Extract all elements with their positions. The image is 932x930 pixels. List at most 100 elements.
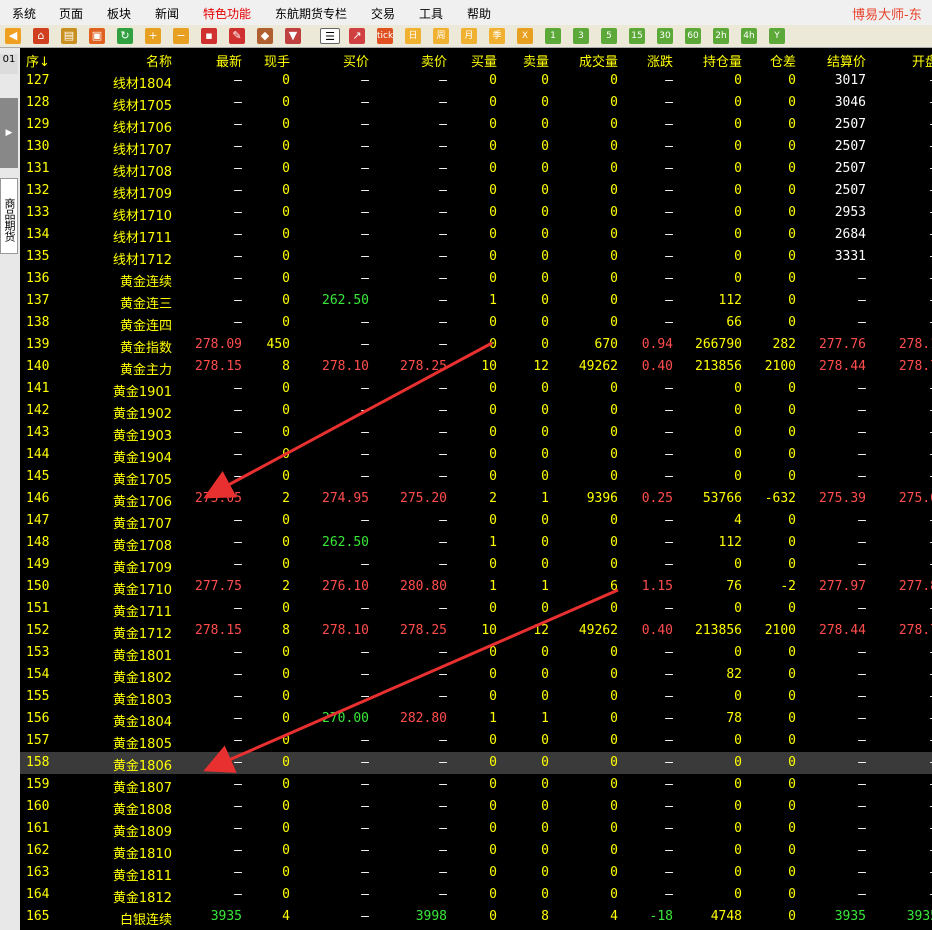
period-button[interactable]: 5 [601, 28, 617, 44]
table-cell: — [665, 469, 673, 484]
sidebar-tab-01[interactable]: 01 [0, 54, 18, 74]
column-header[interactable]: 开盘 [912, 51, 932, 70]
table-row[interactable]: 130线材1707—0——000—002507— [20, 136, 932, 158]
period-button[interactable]: 3 [573, 28, 589, 44]
back-arrow-icon[interactable]: ◀ [5, 28, 21, 44]
filter-icon[interactable]: ▼ [285, 28, 301, 44]
table-row[interactable]: 128线材1705—0——000—003046— [20, 92, 932, 114]
column-header[interactable]: 最新 [216, 51, 242, 70]
table-row[interactable]: 143黄金1903—0——000—00—— [20, 422, 932, 444]
menu-item[interactable]: 特色功能 [203, 5, 251, 22]
period-button[interactable]: 1 [545, 28, 561, 44]
table-row[interactable]: 131线材1708—0——000—002507— [20, 158, 932, 180]
table-row[interactable]: 142黄金1902—0——000—00—— [20, 400, 932, 422]
window-icon[interactable]: ▪ [201, 28, 217, 44]
table-row[interactable]: 155黄金1803—0——000—00—— [20, 686, 932, 708]
quote-list-icon[interactable]: ☰ [320, 28, 340, 44]
column-header[interactable]: 现手 [264, 51, 290, 70]
table-row[interactable]: 133线材1710—0——000—002953— [20, 202, 932, 224]
table-row[interactable]: 160黄金1808—0——000—00—— [20, 796, 932, 818]
table-row[interactable]: 150 黄金1710 277.75 2 276.10 280.80 1 1 6 1.15 76 -2 2… [20, 576, 932, 598]
table-row[interactable]: 141黄金1901—0——000—00—— [20, 378, 932, 400]
chart-icon[interactable]: ↗ [349, 28, 365, 44]
table-row[interactable]: 146 黄金1706 275.05 2 274.95 275.20 2 1 9396 0.25 53… [20, 488, 932, 510]
period-button[interactable]: X [517, 28, 533, 44]
book-icon[interactable]: ▤ [61, 28, 77, 44]
column-header[interactable]: 名称 [146, 51, 172, 70]
table-row[interactable]: 135线材1712—0——000—003331— [20, 246, 932, 268]
table-row[interactable]: 165 白银连续 3935 4 — 3998 0 8 4 -18 4748 0 3935 3935 [20, 906, 932, 928]
menu-item[interactable]: 工具 [419, 5, 443, 22]
menu-item[interactable]: 新闻 [155, 5, 179, 22]
period-button[interactable]: 日 [405, 28, 421, 44]
column-header[interactable]: 仓差 [770, 51, 796, 70]
table-row[interactable]: 147黄金1707—0——000—40—— [20, 510, 932, 532]
column-header[interactable]: 买量 [471, 51, 497, 70]
period-button[interactable]: 30 [657, 28, 673, 44]
table-row[interactable]: 159黄金1807—0——000—00—— [20, 774, 932, 796]
sidebar-tab-commodity-futures[interactable]: 商品期货 [0, 178, 18, 254]
table-row[interactable]: 138黄金连四—0——000—660—— [20, 312, 932, 334]
brush-icon[interactable]: ◆ [257, 28, 273, 44]
table-row[interactable]: 164黄金1812—0——000—00—— [20, 884, 932, 906]
table-row[interactable]: 136黄金连续—0——000—00—— [20, 268, 932, 290]
period-button[interactable]: 4h [741, 28, 757, 44]
menu-item[interactable]: 帮助 [467, 5, 491, 22]
table-row[interactable]: 137黄金连三—0262.50—100—1120—— [20, 290, 932, 312]
table-row[interactable]: 162黄金1810—0——000—00—— [20, 840, 932, 862]
table-row[interactable]: 132线材1709—0——000—002507— [20, 180, 932, 202]
period-button[interactable]: 月 [461, 28, 477, 44]
zoom-out-icon[interactable]: − [173, 28, 189, 44]
table-row[interactable]: 139 黄金指数 278.09 450 — — 0 0 670 0.94 266790 282 277.… [20, 334, 932, 356]
period-button[interactable]: tick [377, 28, 393, 44]
column-header[interactable]: 结算价 [827, 51, 866, 70]
table-row[interactable]: 163黄金1811—0——000—00—— [20, 862, 932, 884]
menu-item[interactable]: 系统 [12, 5, 36, 22]
period-button[interactable]: Y [769, 28, 785, 44]
period-button[interactable]: 周 [433, 28, 449, 44]
table-row[interactable]: 151黄金1711—0——000—00—— [20, 598, 932, 620]
pencil-icon[interactable]: ✎ [229, 28, 245, 44]
table-row[interactable]: 154黄金1802—0——000—820—— [20, 664, 932, 686]
menu-item[interactable]: 东航期货专栏 [275, 5, 347, 22]
table-row[interactable]: 161黄金1809—0——000—00—— [20, 818, 932, 840]
table-row[interactable]: 127线材1804—0——000—003017— [20, 70, 932, 92]
period-button[interactable]: 季 [489, 28, 505, 44]
zoom-in-icon[interactable]: + [145, 28, 161, 44]
period-button[interactable]: 2h [713, 28, 729, 44]
table-row[interactable]: 140 黄金主力 278.15 8 278.10 278.25 10 12 49262 0.40 2… [20, 356, 932, 378]
table-cell: — [439, 469, 447, 484]
table-cell: — [665, 843, 673, 858]
table-row[interactable]: 157黄金1805—0——000—00—— [20, 730, 932, 752]
column-header[interactable]: 买价 [343, 51, 369, 70]
period-button[interactable]: 60 [685, 28, 701, 44]
table-row[interactable]: 158黄金1806—0——000—00—— [20, 752, 932, 774]
table-row[interactable]: 156黄金1804—0270.00282.80110—780—— [20, 708, 932, 730]
column-header[interactable]: 持仓量 [703, 51, 742, 70]
f10-icon[interactable]: ▣ [89, 28, 105, 44]
menu-item[interactable]: 页面 [59, 5, 83, 22]
table-row[interactable]: 152 黄金1712 278.15 8 278.10 278.25 10 12 49262 0.4… [20, 620, 932, 642]
table-row[interactable]: 134线材1711—0——000—002684— [20, 224, 932, 246]
table-row[interactable]: 144黄金1904—0——000—00—— [20, 444, 932, 466]
table-cell: — [361, 381, 369, 396]
table-row[interactable]: 153黄金1801—0——000—00—— [20, 642, 932, 664]
refresh-icon[interactable]: ↻ [117, 28, 133, 44]
table-row[interactable]: 129线材1706—0——000—002507— [20, 114, 932, 136]
column-header[interactable]: 涨跌 [647, 51, 673, 70]
table-row[interactable]: 149黄金1709—0——000—00—— [20, 554, 932, 576]
menu-item[interactable]: 板块 [107, 5, 131, 22]
column-header[interactable]: 序↓ [26, 51, 50, 70]
column-header[interactable]: 卖量 [523, 51, 549, 70]
column-header[interactable]: 成交量 [579, 51, 618, 70]
table-cell: 0 [610, 73, 618, 88]
table-cell: 0 [734, 777, 742, 792]
home-icon[interactable]: ⌂ [33, 28, 49, 44]
menu-item[interactable]: 交易 [371, 5, 395, 22]
sidebar-collapse-arrow-icon[interactable]: ▶ [0, 98, 18, 168]
column-header[interactable]: 卖价 [421, 51, 447, 70]
table-row[interactable]: 148黄金1708—0262.50—100—1120—— [20, 532, 932, 554]
period-button[interactable]: 15 [629, 28, 645, 44]
table-row[interactable]: 145黄金1705—0——000—00—— [20, 466, 932, 488]
table-cell: — [858, 667, 866, 682]
